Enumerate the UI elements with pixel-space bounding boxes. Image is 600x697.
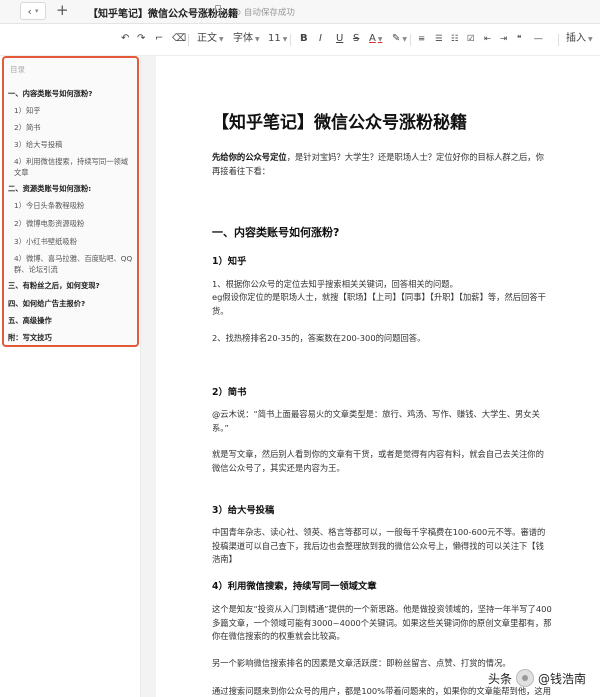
section-heading: 一、内容类账号如何涨粉? bbox=[212, 226, 340, 239]
checklist-icon[interactable]: ☑ bbox=[467, 33, 475, 45]
font-color-button[interactable]: A ▼ bbox=[369, 33, 382, 46]
outline-item[interactable]: 1）知乎 bbox=[14, 105, 140, 116]
subsection-heading: 1）知乎 bbox=[212, 256, 247, 267]
underline-button[interactable]: U bbox=[336, 33, 343, 45]
redo-icon[interactable]: ↷ bbox=[137, 33, 145, 45]
formatting-toolbar: ↶ ↷ ⌐ ⌫ 正文 ▼ 字体 ▼ 11 ▼ B I U S A ▼ ✎ ▼ ≡ ☰ ☷ … bbox=[0, 24, 600, 56]
caret-down-icon: ▾ bbox=[34, 7, 39, 15]
insert-dropdown[interactable]: 插入 ▼ bbox=[566, 33, 593, 46]
quote-icon[interactable]: ❝ bbox=[517, 33, 522, 45]
outline-item[interactable]: 4）利用微信搜索，持续写同一领域文章 bbox=[14, 156, 134, 178]
watermark: 头条 @钱浩南 bbox=[488, 669, 586, 687]
outline-item[interactable]: 2）简书 bbox=[14, 122, 140, 133]
outline-item[interactable]: 3）给大号投稿 bbox=[14, 139, 140, 150]
outline-item[interactable]: 2）微博电影资源吸粉 bbox=[14, 218, 140, 229]
divider-icon[interactable]: ― bbox=[534, 33, 543, 45]
back-navigation-button[interactable]: ‹ ▾ bbox=[20, 2, 46, 20]
watermark-site: 头条 bbox=[487, 671, 512, 686]
font-size-dropdown[interactable]: 11 ▼ bbox=[268, 33, 287, 46]
ordered-list-icon[interactable]: ☰ bbox=[435, 33, 443, 45]
paragraph: 1、根据你公众号的定位去知乎搜索相关关键词，回答相关的问题。 bbox=[212, 279, 458, 289]
bold-button[interactable]: B bbox=[300, 33, 308, 45]
document-outline-panel: 目录 一、内容类账号如何涨粉? 1）知乎 2）简书 3）给大号投稿 4）利用微信… bbox=[2, 56, 139, 347]
outline-item[interactable]: 一、内容类账号如何涨粉? bbox=[8, 88, 134, 99]
text-style-dropdown[interactable]: 正文 ▼ bbox=[197, 33, 224, 46]
indent-decrease-icon[interactable]: ⇤ bbox=[484, 33, 491, 45]
clear-format-icon[interactable]: ⌫ bbox=[172, 33, 186, 45]
paragraph: eg假设你定位的是职场人士，就搜【职场】【上司】【同事】【升职】【加薪】等，然后… bbox=[212, 292, 546, 316]
paragraph: 这个是知友“投资从入门到精通”提供的一个新思路。他是做投资领域的，坚持一年半写了… bbox=[212, 604, 552, 641]
mobile-preview-icon[interactable] bbox=[215, 5, 221, 16]
new-tab-plus-icon[interactable]: + bbox=[56, 1, 69, 19]
subsection-heading: 3）给大号投稿 bbox=[212, 505, 275, 516]
outline-item[interactable]: 附：写文技巧 bbox=[8, 332, 134, 343]
undo-icon[interactable]: ↶ bbox=[121, 33, 129, 45]
outline-heading: 目录 bbox=[10, 65, 25, 74]
outline-item[interactable]: 3）小红书壁纸吸粉 bbox=[14, 236, 140, 247]
outline-item[interactable]: 1）今日头条教程吸粉 bbox=[14, 200, 140, 211]
bullet-list-icon[interactable]: ☷ bbox=[451, 33, 459, 45]
paragraph: @云木说：“简书上面最容易火的文章类型是：旅行、鸡汤、写作、赚钱、大学生、男女关… bbox=[212, 409, 540, 433]
outline-item[interactable]: 三、有粉丝之后，如何变现? bbox=[8, 280, 134, 291]
outline-item[interactable]: 四、如何给广告主报价? bbox=[8, 298, 134, 309]
autosave-status: ⊙ 自动保存成功 bbox=[234, 8, 295, 18]
intro-paragraph: 先给你的公众号定位，是针对宝妈？大学生？还是职场人士？定位好你的目标人群之后，你… bbox=[212, 152, 544, 176]
paragraph: 2、找热榜排名20-35的，答案数在200-300的问题回答。 bbox=[212, 333, 426, 343]
watermark-author: @钱浩南 bbox=[537, 671, 586, 686]
indent-increase-icon[interactable]: ⇥ bbox=[500, 33, 507, 45]
author-avatar-icon bbox=[515, 669, 534, 687]
tab-bar: ‹ ▾ + 【知乎笔记】微信公众号涨粉秘籍 ⊙ 自动保存成功 bbox=[0, 0, 600, 24]
subsection-heading: 4）利用微信搜索，持续写同一领域文章 bbox=[212, 581, 377, 592]
strikethrough-button[interactable]: S bbox=[353, 33, 359, 45]
highlight-icon[interactable]: ✎ ▼ bbox=[392, 33, 407, 46]
italic-button[interactable]: I bbox=[319, 33, 322, 45]
outline-item[interactable]: 五、高级操作 bbox=[8, 315, 134, 326]
paragraph: 就是写文章，然后别人看到你的文章有干货，或者是觉得有内容有料，就会自己去关注你的… bbox=[212, 449, 544, 473]
format-painter-icon[interactable]: ⌐ bbox=[155, 33, 163, 45]
subsection-heading: 2）简书 bbox=[212, 387, 247, 398]
pane-gutter bbox=[140, 56, 156, 697]
outline-item[interactable]: 4）微博、喜马拉雅、百度贴吧、QQ群、论坛引流 bbox=[14, 253, 134, 275]
outline-item[interactable]: 二、资源类账号如何涨粉: bbox=[8, 183, 134, 194]
chevron-left-icon: ‹ bbox=[27, 4, 32, 18]
font-family-dropdown[interactable]: 字体 ▼ bbox=[233, 33, 260, 46]
paragraph: 中国青年杂志、读心社、领英、格言等都可以，一般每千字稿费在100-600元不等。… bbox=[212, 527, 546, 564]
align-left-icon[interactable]: ≡ bbox=[418, 33, 425, 45]
document-editor[interactable]: 【知乎笔记】微信公众号涨粉秘籍 先给你的公众号定位，是针对宝妈？大学生？还是职场… bbox=[156, 56, 600, 697]
document-title-heading: 【知乎笔记】微信公众号涨粉秘籍 bbox=[212, 113, 467, 133]
